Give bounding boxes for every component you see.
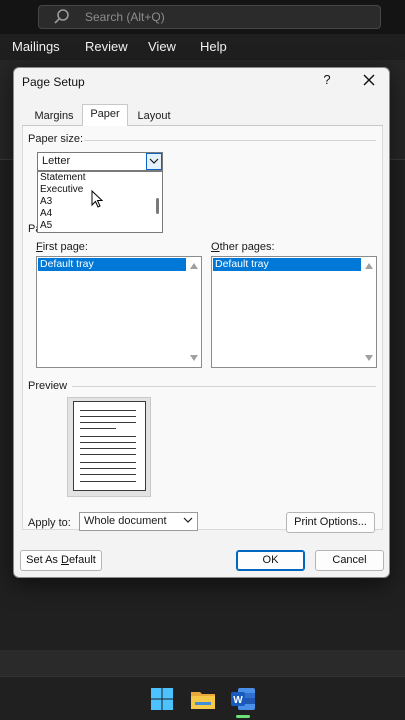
search-placeholder: Search (Alt+Q) (85, 10, 165, 24)
preview-line (80, 448, 136, 449)
ok-button[interactable]: OK (236, 550, 305, 571)
page-preview (73, 401, 146, 491)
apply-to-select[interactable]: Whole document (79, 512, 198, 531)
cancel-button[interactable]: Cancel (315, 550, 384, 571)
preview-label: Preview (28, 380, 68, 392)
preview-line (80, 474, 136, 475)
print-options-button[interactable]: Print Options... (286, 512, 375, 533)
preview-line (80, 468, 136, 469)
preview-line (80, 436, 136, 437)
preview-line (80, 481, 136, 482)
divider (84, 140, 376, 141)
apply-to-value: Whole document (84, 515, 167, 527)
other-pages-tray-list[interactable]: Default tray (211, 256, 377, 368)
dropdown-option[interactable]: Statement (38, 172, 162, 184)
tab-paper[interactable]: Paper (82, 104, 128, 127)
dropdown-arrow[interactable] (146, 153, 162, 170)
list-item[interactable]: Default tray (38, 258, 186, 271)
dialog-title: Page Setup (22, 75, 85, 89)
list-item[interactable]: Default tray (213, 258, 361, 271)
apply-to-label: Apply to: (28, 517, 71, 529)
paper-size-label: Paper size: (28, 133, 84, 145)
preview-line (80, 416, 136, 417)
help-button[interactable]: ? (319, 72, 335, 87)
preview-line (80, 422, 136, 423)
preview-line (80, 454, 136, 455)
scroll-down-icon[interactable] (365, 355, 373, 361)
tab-margins[interactable]: Margins (28, 107, 80, 127)
first-page-tray-list[interactable]: Default tray (36, 256, 202, 368)
scroll-down-icon[interactable] (190, 355, 198, 361)
search-box[interactable]: Search (Alt+Q) (38, 5, 381, 29)
tab-help[interactable]: Help (200, 39, 227, 54)
tab-review[interactable]: Review (85, 39, 128, 54)
scroll-up-icon[interactable] (365, 263, 373, 269)
windows-start-icon[interactable] (148, 685, 176, 713)
close-icon[interactable] (360, 71, 378, 89)
chevron-down-icon (149, 158, 159, 164)
paper-size-value: Letter (42, 155, 71, 167)
status-bar (0, 650, 405, 676)
title-bar: Search (Alt+Q) (0, 0, 405, 34)
preview-line (80, 462, 136, 463)
svg-text:W: W (233, 695, 243, 706)
page-setup-dialog: Page Setup ? Margins Paper Layout Paper … (13, 67, 390, 578)
dropdown-scrollbar[interactable] (156, 198, 159, 214)
ribbon-tabs: Mailings Review View Help (0, 34, 405, 60)
other-pages-label: Other pages: (211, 241, 275, 253)
tab-view[interactable]: View (148, 39, 176, 54)
chevron-down-icon (183, 517, 193, 523)
dialog-tabs: Margins Paper Layout (22, 104, 383, 127)
scroll-up-icon[interactable] (190, 263, 198, 269)
search-icon (54, 9, 69, 24)
active-app-indicator (236, 715, 250, 718)
dropdown-arrow[interactable] (181, 513, 197, 530)
word-icon[interactable]: W (229, 685, 257, 713)
preview-line (80, 410, 136, 411)
tab-layout[interactable]: Layout (130, 107, 178, 127)
tab-mailings[interactable]: Mailings (12, 39, 60, 54)
dropdown-option[interactable]: A5 (38, 220, 162, 232)
taskbar: W (0, 676, 405, 720)
mouse-cursor-icon (91, 190, 103, 208)
file-explorer-icon[interactable] (189, 685, 217, 713)
paper-size-select[interactable]: Letter (37, 152, 163, 171)
preview-line (80, 428, 116, 429)
divider (72, 386, 376, 387)
preview-line (80, 442, 136, 443)
first-page-label: First page: (36, 241, 88, 253)
set-as-default-button[interactable]: Set As Default (20, 550, 102, 571)
